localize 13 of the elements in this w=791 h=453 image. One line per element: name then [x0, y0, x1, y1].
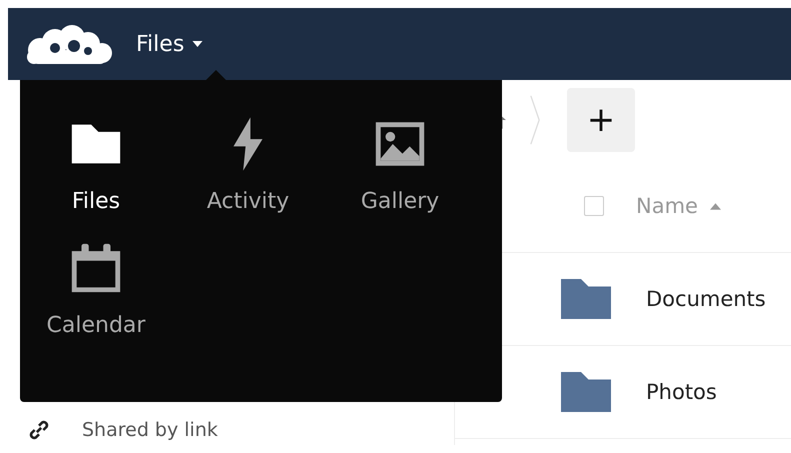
- app-menu-item[interactable]: Activity: [172, 115, 324, 214]
- file-name[interactable]: Photos: [646, 380, 717, 404]
- caret-icon[interactable]: [192, 41, 204, 47]
- sort-ascending-icon[interactable]: [710, 202, 721, 210]
- file-name[interactable]: Documents: [646, 287, 766, 311]
- app-menu-toggle[interactable]: Files: [136, 28, 204, 60]
- select-all-checkbox[interactable]: [584, 196, 604, 216]
- app-menu-item[interactable]: Calendar: [20, 239, 172, 338]
- breadcrumb-separator-icon: [529, 95, 541, 145]
- new-button[interactable]: +: [567, 88, 635, 152]
- app-menu-item[interactable]: Files: [20, 115, 172, 214]
- sidebar-item[interactable]: Shared by link: [8, 416, 454, 444]
- app-menu-item[interactable]: Gallery: [324, 115, 476, 214]
